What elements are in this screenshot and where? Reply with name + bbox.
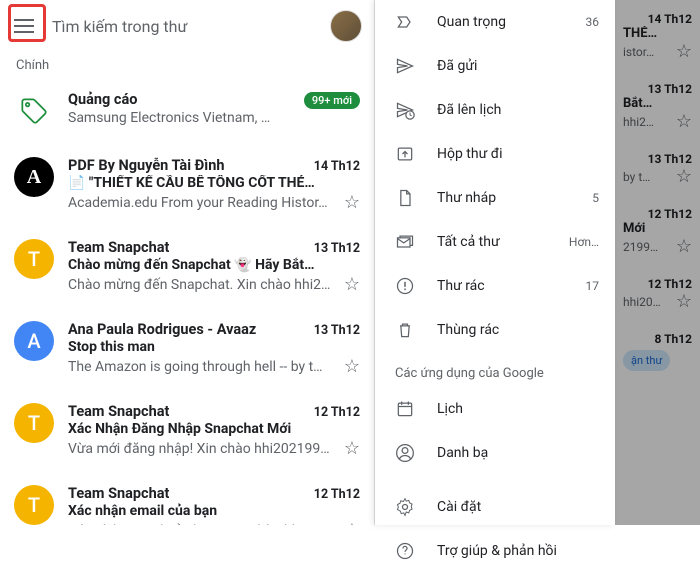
sender-avatar: T — [14, 403, 54, 443]
email-snippet: The Amazon is going through hell -- by t… — [68, 359, 338, 375]
email-date: 12 Th12 — [314, 487, 360, 502]
star-icon[interactable]: ☆ — [344, 438, 360, 459]
email-date: 14 Th12 — [314, 159, 360, 174]
email-date: 13 Th12 — [314, 241, 360, 256]
email-item[interactable]: T Team Snapchat 12 Th12 Xác nhận email c… — [0, 471, 374, 525]
email-item[interactable]: T Team Snapchat 12 Th12 Xác Nhận Đăng Nh… — [0, 389, 374, 471]
email-snippet: Academia.edu From your Reading Histor… — [68, 195, 338, 211]
email-sender: Team Snapchat — [68, 239, 169, 256]
inbox-panel: Tìm kiếm trong thư Chính Quảng cáo 99+ m… — [0, 0, 375, 525]
drawer-item-outbox[interactable]: Hộp thư đi — [375, 132, 615, 176]
drawer-item-spam[interactable]: Thư rác 17 — [375, 264, 615, 308]
header: Tìm kiếm trong thư — [0, 0, 374, 52]
allmail-icon — [395, 232, 415, 252]
drawer-item-contacts[interactable]: Danh bạ — [375, 431, 615, 475]
sender-avatar: T — [14, 485, 54, 525]
drawer-item-important[interactable]: Quan trọng 36 — [375, 0, 615, 44]
star-icon[interactable]: ☆ — [344, 520, 360, 525]
email-subject: 📄 "THIẾT KẾ CẦU BÊ TÔNG CỐT THÉ… — [68, 175, 360, 191]
drawer-item-trash[interactable]: Thùng rác — [375, 308, 615, 352]
background-panel: 14 Th12THÉ…istor…☆ 13 Th12Bắt…hhi2…☆ 13 … — [615, 0, 700, 525]
sender-avatar: A — [14, 321, 54, 361]
trash-icon — [395, 320, 415, 340]
sender-avatar: A — [14, 157, 54, 197]
star-icon[interactable]: ☆ — [344, 192, 360, 213]
email-item[interactable]: A Ana Paula Rodrigues - Avaaz 13 Th12 St… — [0, 307, 374, 389]
email-snippet: Samsung Electronics Vietnam, … — [68, 110, 360, 126]
avatar[interactable] — [330, 10, 362, 42]
draft-icon — [395, 188, 415, 208]
contacts-icon — [395, 443, 415, 463]
spam-icon — [395, 276, 415, 296]
help-icon — [395, 541, 415, 561]
schedule-icon — [395, 100, 415, 120]
tab-primary[interactable]: Chính — [0, 52, 374, 77]
email-snippet: Chào mừng đến Snapchat. Xin chào hhi2… — [68, 277, 338, 293]
tag-icon — [14, 91, 54, 131]
email-list: Quảng cáo 99+ mới Samsung Electronics Vi… — [0, 77, 374, 525]
menu-button[interactable] — [12, 14, 36, 38]
email-snippet: Vừa mới đăng nhập! Xin chào hhi202199… — [68, 441, 338, 457]
drawer-item-sent[interactable]: Đã gửi — [375, 44, 615, 88]
drawer-item-scheduled[interactable]: Đã lên lịch — [375, 88, 615, 132]
email-date: 13 Th12 — [314, 323, 360, 338]
drawer-item-calendar[interactable]: Lịch — [375, 387, 615, 431]
sender-avatar: T — [14, 239, 54, 279]
important-icon — [395, 12, 415, 32]
email-sender: PDF By Nguyễn Tài Đình — [68, 157, 224, 174]
star-icon[interactable]: ☆ — [344, 356, 360, 377]
email-item-promo[interactable]: Quảng cáo 99+ mới Samsung Electronics Vi… — [0, 77, 374, 143]
email-date: 12 Th12 — [314, 405, 360, 420]
hamburger-icon — [14, 19, 34, 33]
email-sender: Quảng cáo — [68, 91, 137, 108]
email-subject: Xác nhận email của bạn — [68, 503, 360, 519]
star-icon[interactable]: ☆ — [344, 274, 360, 295]
calendar-icon — [395, 399, 415, 419]
drawer-item-help[interactable]: Trợ giúp & phản hồi — [375, 529, 615, 573]
email-subject: Xác Nhận Đăng Nhập Snapchat Mới — [68, 421, 360, 437]
search-input[interactable]: Tìm kiếm trong thư — [52, 17, 314, 36]
drawer-item-allmail[interactable]: Tất cả thư Hơn… — [375, 220, 615, 264]
navigation-drawer: Quan trọng 36 Đã gửi Đã lên lịch Hộp thư… — [375, 0, 615, 525]
promo-badge: 99+ mới — [304, 92, 360, 109]
drawer-item-settings[interactable]: Cài đặt — [375, 485, 615, 529]
settings-icon — [395, 497, 415, 517]
email-sender: Team Snapchat — [68, 485, 169, 502]
email-sender: Ana Paula Rodrigues - Avaaz — [68, 321, 256, 338]
outbox-icon — [395, 144, 415, 164]
send-icon — [395, 56, 415, 76]
email-subject: Chào mừng đến Snapchat 👻 Hãy Bắt… — [68, 257, 360, 273]
drawer-section-google-apps: Các ứng dụng của Google — [375, 352, 615, 387]
email-subject: Stop this man — [68, 339, 360, 355]
email-item[interactable]: T Team Snapchat 13 Th12 Chào mừng đến Sn… — [0, 225, 374, 307]
email-sender: Team Snapchat — [68, 403, 169, 420]
email-item[interactable]: A PDF By Nguyễn Tài Đình 14 Th12 📄 "THIẾ… — [0, 143, 374, 225]
drawer-item-drafts[interactable]: Thư nháp 5 — [375, 176, 615, 220]
